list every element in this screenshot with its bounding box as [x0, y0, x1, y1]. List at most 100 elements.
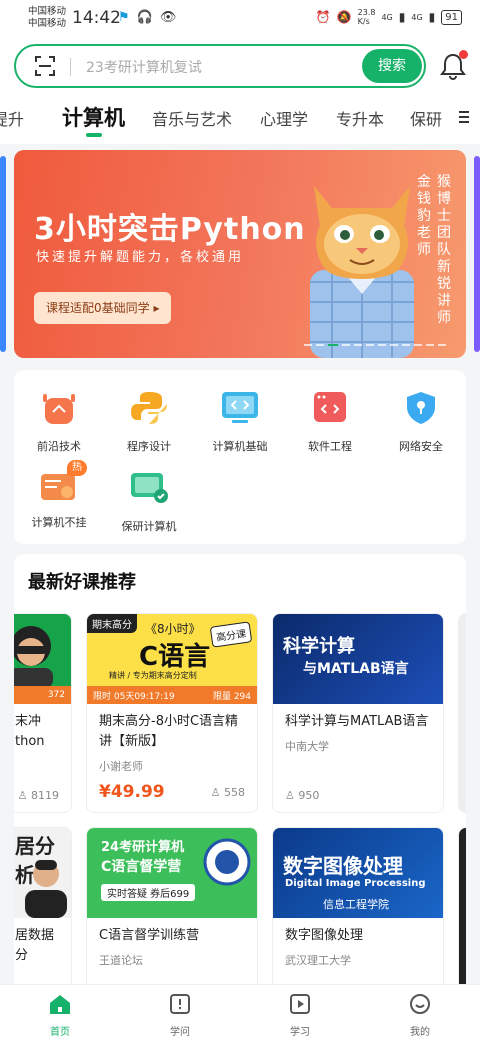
flag-icon: ⚑ — [118, 10, 130, 25]
tab-tisheng[interactable]: 提升 — [0, 106, 24, 130]
tab-computer[interactable]: 计算机 — [62, 102, 125, 132]
carrier-2: 中国移动 — [28, 18, 67, 29]
headphone-icon: 🎧 — [136, 10, 153, 25]
category-baoyan-computer[interactable]: 保研计算机 — [104, 470, 194, 534]
hot-badge: 热 — [67, 460, 87, 476]
code-window-icon — [314, 392, 346, 422]
course-author: 王道论坛 — [99, 954, 143, 967]
course-title: 期末高分-8小时C语言精讲【新版】 — [99, 714, 239, 749]
cat-teacher-illustration — [310, 186, 414, 358]
category-label: 计算机不挂 — [31, 516, 87, 529]
category-label: 保研计算机 — [121, 520, 177, 533]
category-computer-basics[interactable]: 计算机基础 — [195, 390, 285, 454]
tab-baoyan[interactable]: 保研 — [410, 106, 442, 130]
category-label: 软件工程 — [308, 440, 352, 453]
active-tab-indicator — [86, 133, 102, 137]
course-card[interactable]: 372 末冲 thon ♙ 8119 — [14, 613, 72, 813]
banner-pill-button[interactable]: 课程适配0基础同学 ▸ — [34, 292, 172, 324]
course-card-c-language[interactable]: 期末高分 《8小时》 C语言 高分课 精讲 / 专为期末高分定制 限时 05天0… — [86, 613, 258, 813]
eye-icon: 👁 — [159, 10, 177, 25]
nav-home[interactable]: 首页 — [30, 993, 90, 1038]
course-price: ¥49.99 — [99, 782, 165, 802]
teacher-photo — [25, 860, 67, 918]
signal-1: 4G — [381, 12, 393, 22]
course-card-peek — [458, 827, 466, 994]
play-icon — [290, 994, 310, 1014]
course-title: 居数据分 — [15, 928, 55, 963]
thumb-top: 《8小时》 — [145, 622, 201, 636]
thumb-sub: Digital Image Processing — [285, 878, 426, 889]
learner-count-value: 8119 — [31, 789, 59, 802]
course-author: 武汉理工大学 — [285, 954, 351, 967]
status-icons-left: ⚑ 🎧 👁 — [118, 10, 176, 25]
banner-pill-label: 课程适配0基础同学 — [46, 301, 150, 315]
tab-upgrade[interactable]: 专升本 — [336, 106, 384, 130]
shield-icon — [407, 392, 435, 424]
category-programming[interactable]: 程序设计 — [104, 390, 194, 454]
recommended-courses: 最新好课推荐 372 末冲 thon ♙ 8119 期末高分 《8小时》 C语言 … — [14, 554, 466, 994]
course-author: 中南大学 — [285, 740, 329, 753]
book-icon — [170, 994, 190, 1014]
course-footer: ♙ 8119 — [14, 789, 59, 802]
course-card[interactable]: 居分析 居数据分 — [14, 827, 72, 994]
learner-count: ♙ 8119 — [17, 789, 59, 802]
nav-xuewen[interactable]: 学问 — [150, 993, 210, 1038]
category-no-fail[interactable]: 热 计算机不挂 — [14, 460, 104, 530]
thumb-tag: 期末高分 — [87, 614, 137, 633]
banner-teacher-name: 金钱豹老师 — [417, 174, 431, 258]
alarm-icon: ⏰ — [315, 10, 331, 24]
learner-count: ♙ 558 — [210, 785, 245, 799]
category-software-eng[interactable]: 软件工程 — [285, 390, 375, 454]
course-thumbnail: 372 — [14, 614, 71, 704]
course-author: 小谢老师 — [99, 760, 143, 773]
thumb-top: 24考研计算机 — [101, 840, 185, 855]
tab-psychology[interactable]: 心理学 — [260, 106, 308, 130]
bottom-nav: 首页 学问 学习 我的 — [0, 984, 480, 1040]
course-title: 末冲 thon — [14, 712, 71, 752]
signal-2: 4G — [411, 12, 423, 22]
carrier-1: 中国移动 — [28, 6, 67, 17]
thumb-badge: 高分课 — [209, 621, 253, 648]
course-title-line2: thon — [15, 734, 45, 749]
nav-mine[interactable]: 我的 — [390, 993, 450, 1038]
search-input[interactable]: 23考研计算机复试 — [86, 57, 202, 77]
course-thumbnail: 数字图像处理 Digital Image Processing 信息工程学院 — [273, 828, 443, 918]
category-grid: 前沿技术 程序设计 计算机基础 软件工程 网络安全 热 计算机不挂 保研计算机 — [14, 370, 466, 544]
category-frontier-tech[interactable]: 前沿技术 — [14, 390, 104, 454]
course-title: 科学计算与MATLAB语言 — [285, 714, 429, 729]
search-button[interactable]: 搜索 — [362, 49, 422, 83]
teacher-avatar-illustration — [14, 626, 53, 688]
learner-count-value: 558 — [224, 785, 245, 799]
certificate-icon-wrap: 热 — [39, 460, 87, 506]
banner-title: 3小时突击Python — [34, 212, 306, 247]
banner-next-peek — [474, 156, 480, 352]
category-label: 前沿技术 — [37, 440, 81, 453]
smile-icon — [410, 994, 430, 1014]
category-network-security[interactable]: 网络安全 — [376, 390, 466, 454]
course-card-c-training[interactable]: 24考研计算机 C语言督学营 实时答疑 券后699 C语言督学训练营 王道论坛 — [86, 827, 258, 994]
section-title: 最新好课推荐 — [28, 572, 136, 593]
notification-dot — [459, 50, 468, 59]
nav-study[interactable]: 学习 — [270, 993, 330, 1038]
screen-check-icon — [131, 473, 168, 503]
limit-bar: 限时 05天09:17:19 限量 294 — [87, 686, 257, 704]
promo-banner[interactable]: 3小时突击Python 快速提升解题能力，各校通用 课程适配0基础同学 ▸ 金钱… — [14, 150, 466, 358]
menu-icon[interactable] — [458, 110, 470, 124]
course-card-image-processing[interactable]: 数字图像处理 Digital Image Processing 信息工程学院 数… — [272, 827, 444, 994]
search-bar[interactable]: 23考研计算机复试 搜索 — [14, 44, 426, 88]
thumb-dept: 信息工程学院 — [323, 898, 389, 911]
status-icons-right: ⏰ 🔕 23.8 K/s 4G ▮ 4G ▮ 91 — [316, 8, 462, 26]
category-label: 程序设计 — [127, 440, 171, 453]
tab-music-art[interactable]: 音乐与艺术 — [152, 106, 232, 130]
battery-icon: 91 — [441, 9, 462, 25]
scan-icon[interactable] — [34, 55, 56, 77]
limit-time: 限时 05天09:17:19 — [93, 691, 175, 702]
category-tabs: 提升 计算机 音乐与艺术 心理学 专升本 保研 — [0, 96, 480, 144]
learner-count: ♙ 950 — [285, 789, 320, 802]
signal-bars-icon-2: ▮ — [428, 10, 436, 24]
category-label: 网络安全 — [399, 440, 443, 453]
course-card-matlab[interactable]: 科学计算 与MATLAB语言 科学计算与MATLAB语言 中南大学 ♙ 950 — [272, 613, 444, 813]
banner-prev-peek — [0, 156, 6, 352]
nav-label: 学习 — [290, 1027, 310, 1038]
search-divider — [70, 58, 71, 76]
